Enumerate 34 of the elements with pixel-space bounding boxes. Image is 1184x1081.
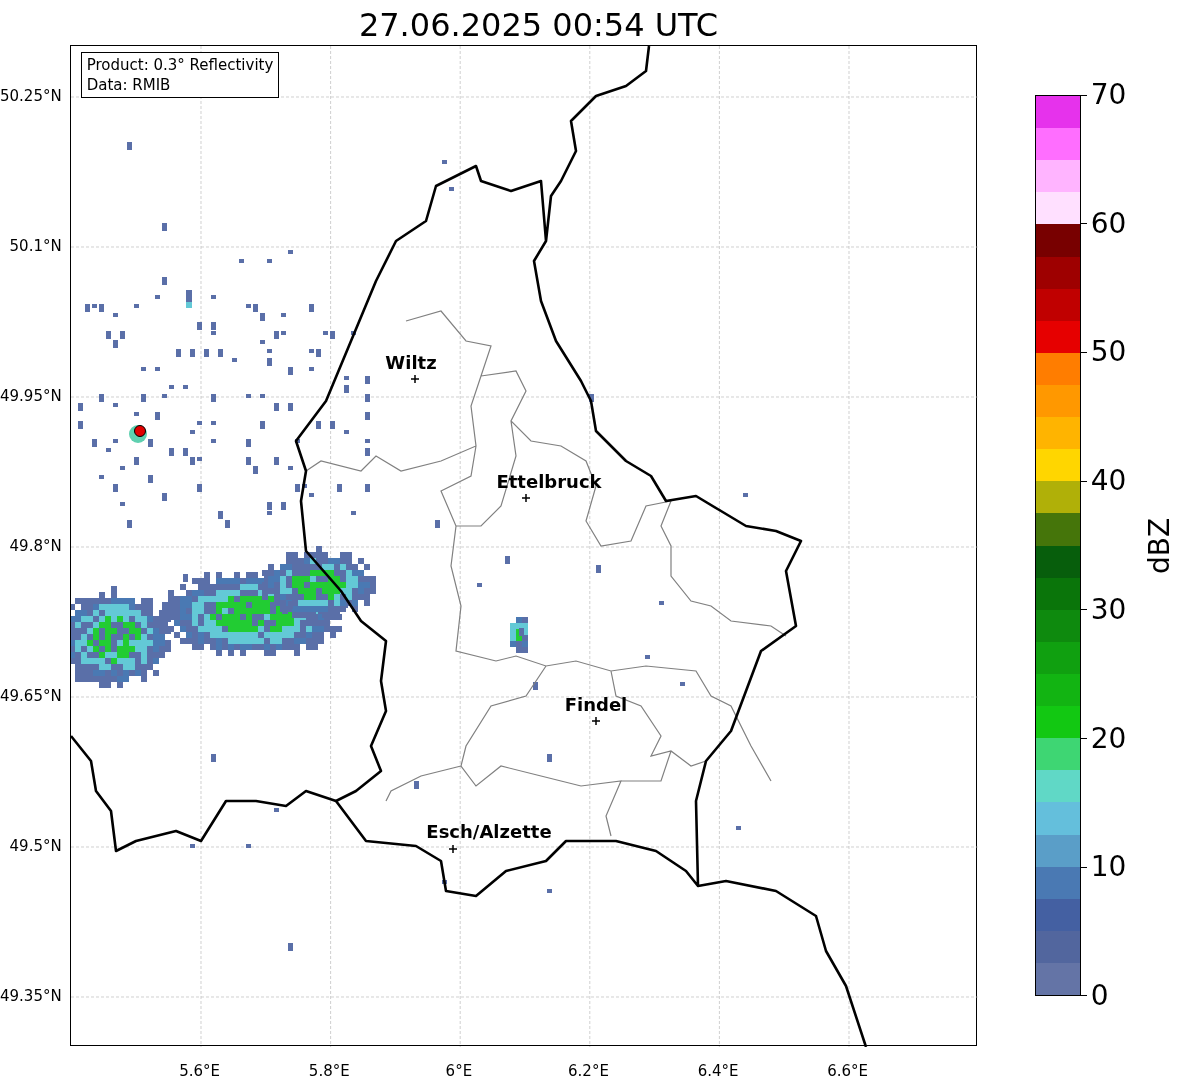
city-marker-icon bbox=[447, 844, 458, 854]
legend-text: Product: 0.3° Reflectivity bbox=[86, 55, 274, 75]
colorbar-tick-label: 30 bbox=[1080, 588, 1127, 631]
axis-tick-label: 6.2°E bbox=[568, 1061, 609, 1081]
colorbar-tick-label: 10 bbox=[1080, 846, 1127, 889]
axis-tick-label: 5.8°E bbox=[308, 1061, 350, 1081]
city-marker-icon bbox=[590, 716, 601, 726]
city-marker-icon bbox=[409, 374, 420, 384]
city-label: Wiltz bbox=[385, 352, 437, 373]
legend-text: Data: RMIB bbox=[86, 75, 172, 95]
radar-site-icon bbox=[128, 425, 147, 443]
axis-tick-label: 49.35°N bbox=[0, 985, 62, 1007]
axis-tick-label: 49.5°N bbox=[9, 835, 62, 857]
axis-tick-label: 49.8°N bbox=[9, 535, 62, 557]
city-label: Findel bbox=[564, 694, 627, 715]
colorbar-tick-label: 20 bbox=[1080, 717, 1127, 760]
axis-tick-label: 49.95°N bbox=[0, 385, 62, 407]
axis-tick-label: 5.6°E bbox=[179, 1061, 221, 1081]
axis-tick-label: 49.65°N bbox=[0, 685, 62, 707]
city-label: Ettelbruck bbox=[496, 471, 602, 492]
axis-tick-label: 6°E bbox=[445, 1061, 473, 1081]
colorbar-tick-label: 0 bbox=[1080, 974, 1109, 1017]
colorbar-axis-label: dBZ bbox=[1142, 517, 1178, 574]
axis-tick-label: 50.1°N bbox=[9, 235, 62, 257]
chart-title: 27.06.2025 00:54 UTC bbox=[358, 5, 719, 45]
colorbar-tick-label: 40 bbox=[1080, 460, 1127, 503]
axis-tick-label: 6.4°E bbox=[697, 1061, 739, 1081]
axis-tick-label: 6.6°E bbox=[827, 1061, 869, 1081]
city-label: Esch/Alzette bbox=[426, 821, 552, 842]
colorbar-tick-label: 70 bbox=[1080, 74, 1127, 116]
city-marker-icon bbox=[520, 493, 531, 503]
colorbar-tick-label: 60 bbox=[1080, 202, 1127, 245]
axis-tick-label: 50.25°N bbox=[0, 85, 62, 107]
colorbar-tick-label: 50 bbox=[1080, 331, 1127, 374]
